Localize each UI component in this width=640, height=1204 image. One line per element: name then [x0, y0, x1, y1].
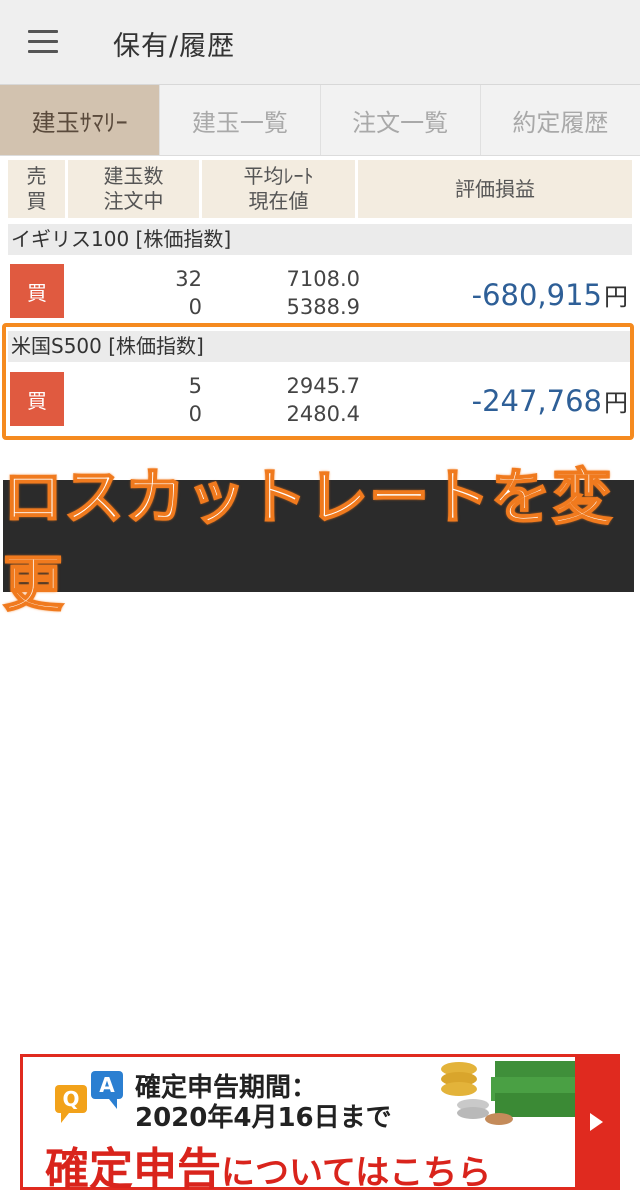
hamburger-menu-icon[interactable] [28, 30, 58, 54]
tab-order-list[interactable]: 注文一覧 [321, 85, 481, 155]
profit-loss-value: -247,768円 [471, 384, 628, 418]
qa-chat-icon: Q A [55, 1071, 123, 1123]
current-rate: 2480.4 [286, 402, 360, 426]
chevron-right-icon [589, 1113, 603, 1131]
order-quantity: 0 [188, 402, 202, 426]
column-quantity: 建玉数 注文中 [68, 160, 199, 218]
buy-badge[interactable]: 買 [10, 372, 64, 426]
instrument-title[interactable]: 米国S500 [株価指数] [8, 331, 632, 362]
app-header: 保有/履歴 [0, 0, 640, 85]
column-profit-loss: 評価損益 [358, 160, 632, 218]
position-quantity: 32 [175, 267, 202, 291]
buy-badge[interactable]: 買 [10, 264, 64, 318]
caption-banner: ロスカットレートを変更 [2, 462, 634, 621]
tab-position-summary[interactable]: 建玉ｻﾏﾘｰ [0, 85, 161, 155]
svg-text:A: A [99, 1073, 115, 1097]
money-stack-icon [441, 1061, 579, 1125]
instrument-title[interactable]: イギリス100 [株価指数] [8, 224, 632, 255]
ad-line2: 2020年4月16日まで [135, 1103, 392, 1133]
tab-position-list[interactable]: 建玉一覧 [160, 85, 321, 155]
average-rate: 7108.0 [286, 267, 360, 291]
tab-bar: 建玉ｻﾏﾘｰ 建玉一覧 注文一覧 約定履歴 [0, 85, 640, 156]
caption-text: ロスカットレートを変更 [2, 462, 613, 621]
table-header: 売 買 建玉数 注文中 平均ﾚｰﾄ 現在値 評価損益 [8, 160, 632, 218]
current-rate: 5388.9 [286, 295, 360, 319]
ad-arrow-button[interactable] [575, 1057, 617, 1187]
page-title: 保有/履歴 [113, 31, 236, 62]
order-quantity: 0 [188, 295, 202, 319]
position-quantity: 5 [188, 374, 202, 398]
profit-loss-value: -680,915円 [471, 278, 628, 312]
column-side: 売 買 [8, 160, 65, 218]
tax-return-ad-banner[interactable]: Q A 確定申告期間： 2020年4月16日まで 確定申告についてはこちら [20, 1054, 620, 1195]
average-rate: 2945.7 [286, 374, 360, 398]
tab-execution-history[interactable]: 約定履歴 [481, 85, 640, 155]
column-rate: 平均ﾚｰﾄ 現在値 [202, 160, 355, 218]
ad-line3: 確定申告についてはこちら [45, 1144, 492, 1195]
svg-text:Q: Q [62, 1087, 79, 1111]
